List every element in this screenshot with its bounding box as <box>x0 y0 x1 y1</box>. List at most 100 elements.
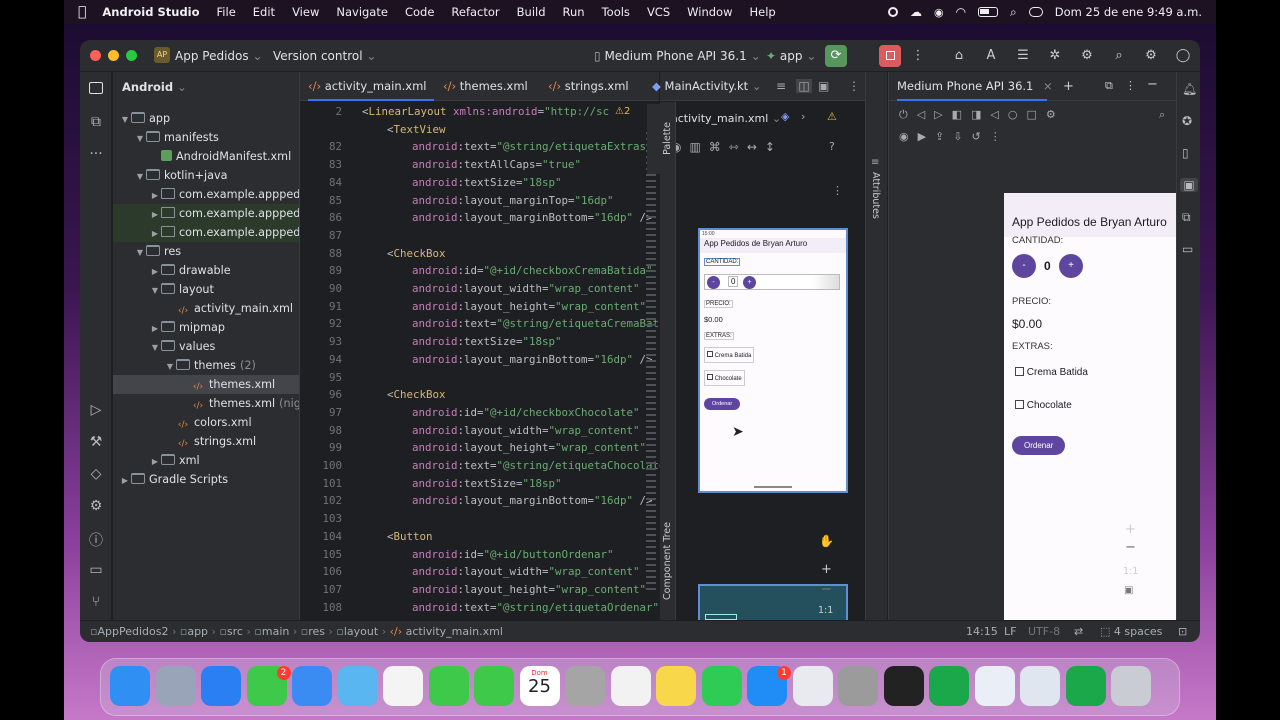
preview-chocolate-checkbox[interactable]: Chocolate <box>704 370 745 386</box>
menu-build[interactable]: Build <box>517 5 546 19</box>
code-line[interactable]: android:textSize="18sp" <box>412 335 562 348</box>
tree-item[interactable]: ‹/› strings.xml <box>113 432 299 451</box>
code-line[interactable]: <Button <box>387 530 433 543</box>
warning-icon[interactable]: ⚠ <box>827 110 837 123</box>
reminders-icon[interactable] <box>610 666 651 706</box>
code-area[interactable]: 2 <LinearLayout xmlns:android="http://sc <… <box>300 101 660 620</box>
chevron-right-icon[interactable]: ▶ <box>149 186 161 204</box>
spotlight-search-icon[interactable]: ⌕ <box>1010 5 1017 20</box>
app-inspection-icon[interactable]: ⚙ <box>80 498 112 514</box>
preview-crema-checkbox[interactable]: Crema Batida <box>704 347 755 363</box>
gemini-icon[interactable]: ◇ <box>80 466 112 482</box>
more-tools-icon[interactable]: ··· <box>80 146 112 162</box>
play-icon[interactable]: ◉ <box>934 6 944 19</box>
tab-activity-main[interactable]: ‹/› activity_main.xml <box>308 72 434 101</box>
menu-run[interactable]: Run <box>563 5 585 19</box>
attributes-icon[interactable]: ≡ <box>871 157 879 168</box>
preview-precio-label[interactable]: PRECIO: <box>704 300 733 308</box>
contacts-icon[interactable] <box>565 666 605 706</box>
wifi-icon[interactable]: ◠ <box>956 5 966 19</box>
calendar-icon[interactable]: Dom 25 <box>519 666 560 706</box>
cloud-icon[interactable]: ☁ <box>910 5 922 19</box>
trash-icon[interactable] <box>1111 666 1151 706</box>
phone-icon[interactable] <box>474 666 514 706</box>
pan-hand-icon[interactable]: ✋ <box>819 534 834 548</box>
device-manager-icon[interactable]: ⌂ <box>948 45 970 67</box>
code-line[interactable]: android:layout_height="wrap_content" <box>412 441 646 454</box>
preview-price[interactable]: $0.00 <box>704 315 723 324</box>
preview-minus-button[interactable]: - <box>707 276 720 289</box>
git-icon[interactable]: ⑂ <box>80 594 112 610</box>
settings-gear-icon[interactable]: ⚙ <box>1140 45 1162 67</box>
chevron-down-icon[interactable]: ▼ <box>119 110 131 128</box>
code-line[interactable]: android:layout_marginTop="16dp" <box>412 194 614 207</box>
code-line[interactable]: android:text="@string/etiquetaOrdenar" <box>412 601 659 614</box>
preview-ordenar-button[interactable]: Ordenar <box>704 398 741 410</box>
chevron-down-icon[interactable]: ▼ <box>149 338 161 356</box>
tree-item[interactable]: ▼ res <box>113 242 299 261</box>
chevron-right-icon[interactable]: ▶ <box>149 452 161 470</box>
minimize-window-button[interactable] <box>108 50 119 61</box>
code-view-icon[interactable]: ≡ <box>776 79 786 93</box>
tree-item[interactable]: ▼ kotlin+java <box>113 166 299 185</box>
file-encoding[interactable]: UTF-8 <box>1028 621 1060 642</box>
mail-icon[interactable] <box>292 666 332 706</box>
chevron-right-icon[interactable]: ▶ <box>149 224 161 242</box>
preview-quantity-row[interactable]: - 0 + <box>704 274 840 290</box>
component-tree-tab[interactable]: Component Tree <box>662 522 673 600</box>
gradle-icon[interactable]: ✪ <box>1182 114 1192 128</box>
tree-item[interactable]: ▼ values <box>113 337 299 356</box>
open-external-icon[interactable]: ⧉ <box>1105 79 1113 93</box>
chevron-down-icon[interactable]: ▼ <box>134 167 146 185</box>
breadcrumb-item[interactable]: AppPedidos2 <box>97 625 168 638</box>
problems-icon[interactable]: ⓘ <box>80 530 112 550</box>
code-line[interactable]: <LinearLayout xmlns:android="http://sc <box>362 105 609 118</box>
structure-tool-icon[interactable]: ⧉ <box>80 114 112 130</box>
launchpad-icon[interactable] <box>155 666 196 706</box>
code-line[interactable]: android:layout_marginBottom="16dp" /> <box>412 494 653 507</box>
terminal-icon[interactable] <box>883 666 924 706</box>
emulator-toolbar-row1[interactable]: ⏻◁▷◧◨◁○□⚙ <box>899 108 1065 122</box>
run-tool-icon[interactable]: ▷ <box>80 402 112 418</box>
menu-vcs[interactable]: VCS <box>647 5 670 19</box>
zoom-in-icon[interactable]: + <box>821 562 832 577</box>
close-window-button[interactable] <box>90 50 101 61</box>
system-settings-icon[interactable] <box>838 666 878 706</box>
menu-window[interactable]: Window <box>687 5 732 19</box>
code-line[interactable]: <CheckBox <box>387 388 446 401</box>
photos-icon[interactable] <box>383 666 423 706</box>
project-view-selector[interactable]: Android ⌄ <box>122 80 187 94</box>
emulator-toolbar-row2[interactable]: ◉▶⇪⇩↺⋮ <box>899 130 1010 143</box>
code-line[interactable]: android:layout_height="wrap_content" <box>412 583 646 596</box>
chevron-right-icon[interactable]: › <box>801 110 805 123</box>
minus-button[interactable]: - <box>1012 254 1036 278</box>
device-explorer-icon[interactable]: ⧉ <box>1182 210 1191 225</box>
code-line[interactable]: android:layout_marginBottom="16dp" /> <box>412 353 653 366</box>
chevron-right-icon[interactable]: ▶ <box>119 471 131 489</box>
tree-item[interactable]: ▼ manifests <box>113 128 299 147</box>
tree-item[interactable]: ▼ layout <box>113 280 299 299</box>
numbers-icon[interactable] <box>929 666 969 706</box>
chevron-right-icon[interactable]: ▶ <box>149 319 161 337</box>
tree-item[interactable]: ▶ drawable <box>113 261 299 280</box>
plugin-icon[interactable]: ✲ <box>1044 45 1066 67</box>
project-tool-icon[interactable] <box>80 82 112 98</box>
layout-file-selector[interactable]: activity_main.xml ⌄ <box>671 112 781 125</box>
attributes-tab[interactable]: Attributes <box>870 172 881 219</box>
tab-strings[interactable]: ‹/› strings.xml <box>548 72 629 101</box>
menu-navigate[interactable]: Navigate <box>336 5 388 19</box>
breadcrumb-item[interactable]: layout <box>344 625 378 638</box>
emulator-zoom-out-icon[interactable]: − <box>1125 540 1136 555</box>
code-line[interactable]: android:text="@string/etiquetaExtras" <box>412 140 653 153</box>
menu-tools[interactable]: Tools <box>602 5 630 19</box>
breadcrumb-item[interactable]: main <box>262 625 289 638</box>
preview-plus-button[interactable]: + <box>743 276 756 289</box>
device-mirroring-icon[interactable]: ▭ <box>1182 242 1193 256</box>
tree-item[interactable]: ▶ Gradle Scripts <box>113 470 299 489</box>
zoom-actual-size[interactable]: 1:1 <box>818 605 833 616</box>
battery-icon[interactable] <box>978 7 999 17</box>
chevron-down-icon[interactable]: ▼ <box>164 357 176 375</box>
more-actions-icon[interactable]: ⋮ <box>907 45 929 67</box>
design-tools-row[interactable]: ◉▥⌘⇿↔↕ <box>671 140 783 154</box>
vcs-selector[interactable]: Version control ⌄ <box>273 49 376 63</box>
